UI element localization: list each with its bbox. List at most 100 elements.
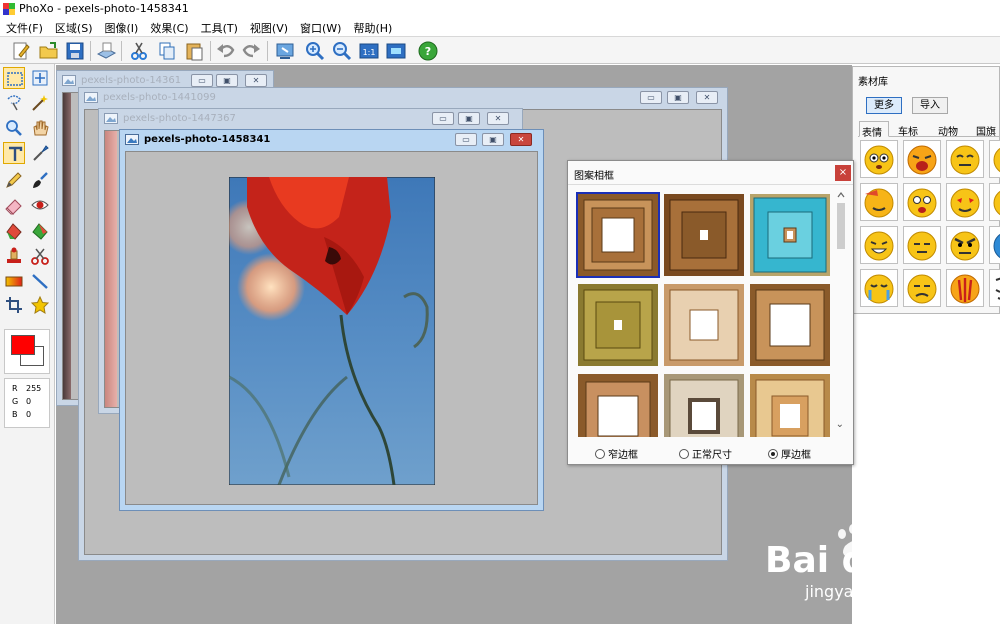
emoticon-item[interactable] — [860, 140, 898, 178]
frame-option[interactable] — [664, 284, 744, 366]
frame-list-scrollbar[interactable] — [835, 189, 847, 437]
close-button[interactable]: ✕ — [696, 91, 718, 104]
menu-tools[interactable]: 工具(T) — [195, 18, 244, 36]
minimize-button[interactable]: ▭ — [640, 91, 662, 104]
menu-window[interactable]: 窗口(W) — [294, 18, 347, 36]
emoticon-item[interactable] — [946, 183, 984, 221]
option-normal[interactable]: 正常尺寸 — [679, 446, 732, 461]
option-thick[interactable]: 厚边框 — [768, 446, 811, 461]
emoticon-item[interactable] — [903, 226, 941, 264]
restore-button[interactable]: ▣ — [667, 91, 689, 104]
open-folder-icon[interactable] — [38, 40, 60, 62]
frame-option[interactable] — [664, 194, 744, 276]
gradient-fill-icon[interactable] — [29, 220, 51, 242]
tab-animals[interactable]: 动物 — [938, 121, 958, 138]
undo-icon[interactable] — [215, 40, 237, 62]
zoom-icon[interactable] — [3, 117, 25, 139]
hand-icon[interactable] — [29, 117, 51, 139]
rect-select-icon[interactable] — [3, 67, 25, 89]
frame-option[interactable] — [664, 374, 744, 437]
frame-option[interactable] — [578, 374, 658, 437]
restore-button[interactable]: ▣ — [458, 112, 480, 125]
minimize-button[interactable]: ▭ — [455, 133, 477, 146]
eraser-icon[interactable] — [3, 194, 25, 216]
menu-image[interactable]: 图像(I) — [99, 18, 145, 36]
more-button[interactable]: 更多 — [866, 97, 902, 114]
batch-icon[interactable] — [274, 40, 296, 62]
frame-option[interactable] — [576, 192, 660, 278]
eyedropper-icon[interactable] — [29, 142, 51, 164]
frame-option[interactable] — [750, 284, 830, 366]
close-button[interactable]: ✕ — [487, 112, 509, 125]
close-button[interactable]: ✕ — [245, 74, 267, 87]
scissors-icon[interactable] — [29, 245, 51, 267]
lasso-icon[interactable] — [3, 91, 25, 113]
emoticon-item[interactable] — [860, 226, 898, 264]
emoticon-item[interactable] — [903, 183, 941, 221]
frame-option[interactable] — [750, 194, 830, 276]
copy-icon[interactable] — [156, 40, 178, 62]
scanner-icon[interactable] — [95, 40, 117, 62]
color-picker[interactable] — [4, 329, 50, 374]
zoom-in-icon[interactable] — [304, 40, 326, 62]
actual-size-icon[interactable]: 1:1 — [358, 40, 380, 62]
emoticon-item[interactable] — [946, 269, 984, 307]
window-caption[interactable]: pexels-photo-1441099 ▭ ▣ ✕ — [79, 88, 727, 108]
help-icon[interactable]: ? — [417, 40, 439, 62]
new-file-icon[interactable] — [10, 40, 32, 62]
restore-button[interactable]: ▣ — [216, 74, 238, 87]
window-caption[interactable]: pexels-photo-1447367 ▭ ▣ ✕ — [99, 109, 522, 129]
tab-expressions[interactable]: 表情 — [859, 121, 889, 139]
scroll-down-icon[interactable]: ⌄ — [836, 419, 844, 430]
dialog-title: 图案相框 — [568, 161, 853, 185]
menu-help[interactable]: 帮助(H) — [347, 18, 398, 36]
text-icon[interactable] — [3, 142, 25, 164]
frame-option[interactable] — [750, 374, 830, 437]
emoticon-item[interactable] — [860, 183, 898, 221]
foreground-color-swatch[interactable] — [11, 335, 35, 355]
emoticon-item[interactable] — [903, 140, 941, 178]
window-canvas[interactable] — [125, 151, 538, 505]
emoticon-item[interactable] — [946, 140, 984, 178]
tab-flags[interactable]: 国旗 — [976, 121, 996, 138]
star-icon[interactable] — [29, 294, 51, 316]
brush-icon[interactable] — [29, 169, 51, 191]
cut-icon[interactable] — [128, 40, 150, 62]
active-document-window[interactable]: pexels-photo-1458341 ▭ ▣ ✕ — [119, 129, 544, 511]
menu-region[interactable]: 区域(S) — [49, 18, 99, 36]
minimize-button[interactable]: ▭ — [191, 74, 213, 87]
emoticon-item[interactable] — [989, 140, 1000, 178]
menu-view[interactable]: 视图(V) — [244, 18, 294, 36]
emoticon-item[interactable] — [946, 226, 984, 264]
minimize-button[interactable]: ▭ — [432, 112, 454, 125]
emoticon-item[interactable] — [989, 183, 1000, 221]
emoticon-item[interactable] — [989, 269, 1000, 307]
emoticon-item[interactable] — [860, 269, 898, 307]
zoom-out-icon[interactable] — [331, 40, 353, 62]
move-icon[interactable] — [29, 67, 51, 89]
pencil-icon[interactable] — [3, 169, 25, 191]
frame-option[interactable] — [578, 284, 658, 366]
clone-stamp-icon[interactable] — [3, 245, 25, 267]
red-eye-icon[interactable] — [29, 194, 51, 216]
emoticon-item[interactable] — [903, 269, 941, 307]
close-button[interactable]: ✕ — [510, 133, 532, 146]
option-narrow[interactable]: 窄边框 — [595, 446, 638, 461]
crop-icon[interactable] — [3, 294, 25, 316]
gradient-icon[interactable] — [3, 270, 25, 292]
tab-car-logos[interactable]: 车标 — [898, 121, 918, 138]
restore-button[interactable]: ▣ — [482, 133, 504, 146]
window-caption[interactable]: pexels-photo-1458341 ▭ ▣ ✕ — [120, 130, 543, 150]
import-button[interactable]: 导入 — [912, 97, 948, 114]
menu-effects[interactable]: 效果(C) — [144, 18, 194, 36]
fill-icon[interactable] — [3, 220, 25, 242]
save-icon[interactable] — [64, 40, 86, 62]
line-icon[interactable] — [29, 270, 51, 292]
paste-icon[interactable] — [184, 40, 206, 62]
fit-window-icon[interactable] — [385, 40, 407, 62]
menu-file[interactable]: 文件(F) — [0, 18, 49, 36]
redo-icon[interactable] — [240, 40, 262, 62]
magic-wand-icon[interactable] — [29, 91, 51, 113]
close-icon[interactable]: × — [835, 165, 851, 181]
emoticon-item[interactable] — [989, 226, 1000, 264]
